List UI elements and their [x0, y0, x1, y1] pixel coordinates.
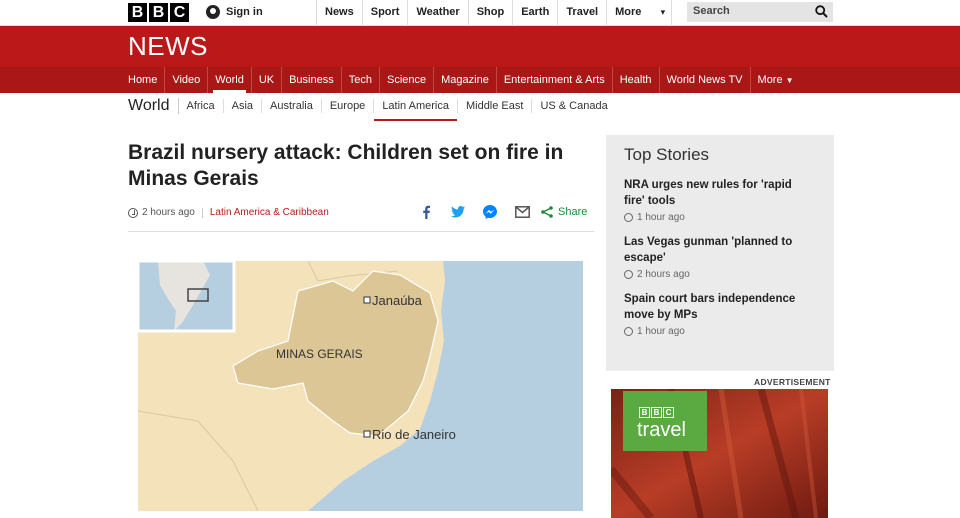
- main-nav-more-label: More: [757, 74, 783, 86]
- messenger-icon[interactable]: [474, 203, 506, 221]
- main-nav: Home Video World UK Business Tech Scienc…: [0, 67, 960, 93]
- global-nav-weather[interactable]: Weather: [407, 0, 467, 26]
- global-nav-news[interactable]: News: [316, 0, 362, 26]
- news-banner: NEWS: [0, 26, 960, 67]
- article-category-link[interactable]: Latin America & Caribbean: [210, 207, 329, 218]
- nav-divider: [671, 0, 673, 26]
- logo-letter: B: [149, 3, 168, 22]
- search-box[interactable]: Search: [687, 2, 833, 22]
- main-nav-entertainment[interactable]: Entertainment & Arts: [497, 67, 613, 93]
- main-nav-home[interactable]: Home: [128, 67, 166, 93]
- section-nav: World Africa Asia Australia Europe Latin…: [128, 93, 616, 121]
- main-nav-video[interactable]: Video: [165, 67, 209, 93]
- main-nav-magazine[interactable]: Magazine: [434, 67, 497, 93]
- global-nav-more[interactable]: More: [606, 0, 671, 26]
- ad-logo-text: travel: [637, 419, 686, 441]
- top-story-title[interactable]: Las Vegas gunman 'planned to escape': [624, 234, 814, 266]
- search-input[interactable]: Search: [693, 5, 730, 17]
- top-stories-panel: Top Stories NRA urges new rules for 'rap…: [606, 135, 834, 371]
- sign-in-link[interactable]: Sign in: [206, 5, 263, 19]
- section-nav-us-canada[interactable]: US & Canada: [532, 99, 615, 113]
- clock-icon: [624, 270, 633, 279]
- top-story-meta: 1 hour ago: [624, 326, 834, 337]
- top-bar: B B C Sign in News Sport Weather Shop Ea…: [0, 0, 960, 26]
- global-nav-travel[interactable]: Travel: [557, 0, 606, 26]
- section-nav-latin-america[interactable]: Latin America: [374, 99, 458, 121]
- email-icon[interactable]: [506, 203, 538, 221]
- top-story-meta: 1 hour ago: [624, 212, 834, 223]
- global-nav-sport[interactable]: Sport: [361, 0, 408, 26]
- main-nav-tech[interactable]: Tech: [342, 67, 380, 93]
- share-label[interactable]: Share: [558, 206, 587, 218]
- account-icon: [206, 5, 220, 19]
- top-story-time: 2 hours ago: [637, 269, 690, 280]
- top-story-item[interactable]: Spain court bars independence move by MP…: [624, 291, 834, 337]
- global-nav-earth[interactable]: Earth: [512, 0, 557, 26]
- top-story-time: 1 hour ago: [637, 326, 685, 337]
- news-brand[interactable]: NEWS: [128, 31, 208, 62]
- logo-letter: C: [170, 3, 189, 22]
- section-title[interactable]: World: [128, 98, 179, 114]
- advertisement-banner[interactable]: B B C travel: [611, 389, 828, 518]
- top-story-title[interactable]: Spain court bars independence move by MP…: [624, 291, 814, 323]
- bbc-travel-logo: B B C travel: [623, 391, 707, 451]
- main-nav-business[interactable]: Business: [282, 67, 342, 93]
- top-stories-heading: Top Stories: [624, 145, 710, 164]
- clock-icon: [624, 213, 633, 222]
- share-icon[interactable]: [538, 203, 556, 221]
- map-label-janauba: Janaúba: [372, 293, 423, 308]
- top-story-time: 1 hour ago: [637, 212, 685, 223]
- article-map: Janaúba MINAS GERAIS Rio de Janeiro: [138, 261, 583, 511]
- chevron-down-icon: ▼: [785, 76, 794, 85]
- ad-logo-letter: B: [651, 407, 662, 418]
- main-nav-uk[interactable]: UK: [252, 67, 283, 93]
- top-story-meta: 2 hours ago: [624, 269, 834, 280]
- bbc-logo[interactable]: B B C: [128, 3, 189, 22]
- twitter-icon[interactable]: [442, 203, 474, 221]
- global-nav: News Sport Weather Shop Earth Travel Mor…: [316, 0, 673, 26]
- map-label-region: MINAS GERAIS: [276, 347, 363, 361]
- ad-logo-letter: B: [639, 407, 650, 418]
- divider: [128, 231, 594, 232]
- search-icon[interactable]: [815, 5, 828, 18]
- sign-in-label: Sign in: [226, 6, 263, 18]
- main-nav-health[interactable]: Health: [613, 67, 660, 93]
- top-story-item[interactable]: NRA urges new rules for 'rapid fire' too…: [624, 177, 834, 223]
- map-label-rio: Rio de Janeiro: [372, 427, 456, 442]
- clock-icon: [128, 207, 138, 218]
- section-nav-australia[interactable]: Australia: [262, 99, 322, 113]
- share-tools: Share: [410, 203, 587, 221]
- article-headline: Brazil nursery attack: Children set on f…: [128, 141, 564, 190]
- main-nav-world-news-tv[interactable]: World News TV: [660, 67, 751, 93]
- section-nav-asia[interactable]: Asia: [224, 99, 263, 113]
- top-story-item[interactable]: Las Vegas gunman 'planned to escape' 2 h…: [624, 234, 834, 280]
- ad-logo-letter: C: [663, 407, 674, 418]
- section-nav-europe[interactable]: Europe: [322, 99, 375, 113]
- main-nav-more[interactable]: More ▼: [751, 67, 801, 93]
- section-nav-middle-east[interactable]: Middle East: [458, 99, 533, 113]
- article-meta: 2 hours ago Latin America & Caribbean: [128, 207, 329, 218]
- facebook-icon[interactable]: [410, 203, 442, 221]
- logo-letter: B: [128, 3, 147, 22]
- clock-icon: [624, 327, 633, 336]
- meta-divider: [201, 207, 203, 218]
- section-nav-africa[interactable]: Africa: [179, 99, 224, 113]
- main-nav-world[interactable]: World: [208, 67, 252, 93]
- article-time: 2 hours ago: [142, 207, 195, 218]
- global-nav-shop[interactable]: Shop: [467, 0, 513, 26]
- main-nav-science[interactable]: Science: [380, 67, 435, 93]
- top-story-title[interactable]: NRA urges new rules for 'rapid fire' too…: [624, 177, 814, 209]
- advertisement-label: ADVERTISEMENT: [754, 377, 831, 387]
